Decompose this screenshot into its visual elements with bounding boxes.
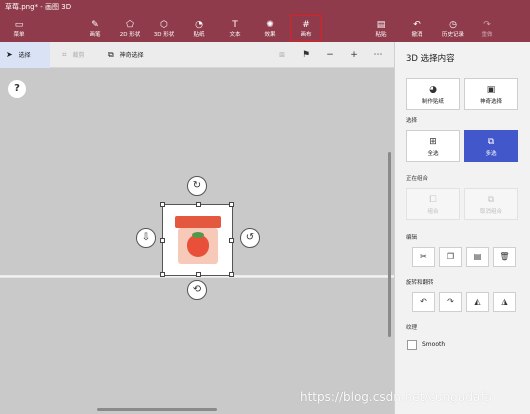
resize-handle[interactable]	[196, 202, 201, 207]
text-tab[interactable]: T 文本	[218, 14, 252, 42]
magic-select-icon: ▣	[486, 85, 496, 95]
window-title: 草莓.png* - 画图 3D	[0, 0, 530, 14]
zoom-in-icon[interactable]: +	[347, 47, 361, 63]
vertical-scrollbar[interactable]	[388, 152, 391, 337]
edit-section-label: 编辑	[406, 235, 418, 241]
2d-shapes-tab[interactable]: ⬠ 2D 形状	[113, 14, 147, 42]
flip-horizontal-icon: ◭	[474, 297, 481, 306]
rotate-y-handle[interactable]: ↺	[240, 228, 260, 248]
delete-button[interactable]: 🗑	[493, 247, 516, 267]
jar-lid	[175, 216, 221, 228]
paste-button[interactable]: ▤	[466, 247, 489, 267]
strawberry-leaf	[192, 232, 204, 238]
text-icon: T	[232, 20, 238, 30]
resize-handle[interactable]	[160, 202, 165, 207]
trash-icon: 🗑	[499, 252, 510, 261]
view-mode-icon[interactable]: ⧈	[275, 47, 289, 63]
history-icon: ◷	[449, 20, 457, 30]
resize-handle[interactable]	[196, 272, 201, 277]
copy-button[interactable]: ❐	[439, 247, 462, 267]
resize-handle[interactable]	[160, 272, 165, 277]
stickers-tab[interactable]: ◔ 贴纸	[182, 14, 216, 42]
panel-title: 3D 选择内容	[406, 54, 455, 64]
3d-shape-icon: ⬡	[160, 20, 168, 30]
brush-icon: ✎	[91, 20, 99, 30]
folder-icon: ▭	[14, 20, 24, 30]
undo-button[interactable]: ↶ 撤消	[400, 14, 434, 42]
select-section-label: 选择	[406, 118, 418, 124]
flip-vertical-icon: ◮	[501, 297, 508, 306]
group-section-label: 正在组合	[406, 176, 429, 182]
sticker-icon: ◔	[195, 20, 203, 30]
ungroup-icon: ⧉	[487, 195, 495, 205]
cursor-icon: ➤	[6, 50, 13, 59]
redo-icon: ↷	[483, 20, 491, 30]
select-all-button[interactable]: ⊞ 全选	[406, 130, 460, 162]
flip-horizontal-button[interactable]: ◭	[466, 292, 489, 312]
paste-button[interactable]: ▤ 粘贴	[364, 14, 398, 42]
strawberry-image	[187, 235, 209, 257]
magic-select-tool[interactable]: ⧉ 神奇选择	[108, 47, 144, 63]
resize-handle[interactable]	[160, 238, 165, 243]
help-button[interactable]: ?	[8, 80, 26, 98]
effects-tab[interactable]: ✺ 效果	[253, 14, 287, 42]
cut-icon: ✂	[420, 252, 427, 261]
menu-button[interactable]: ▭ 菜单	[2, 14, 36, 42]
rotate-section-label: 旋转和翻转	[406, 280, 434, 286]
resize-handle[interactable]	[229, 272, 234, 277]
magic-select-button[interactable]: ▣ 神奇选择	[464, 78, 518, 110]
rotate-z-handle[interactable]: ↻	[187, 176, 207, 196]
make-sticker-button[interactable]: ◕ 制作贴纸	[406, 78, 460, 110]
ribbon: ▭ 菜单 ✎ 画笔 ⬠ 2D 形状 ⬡ 3D 形状 ◔ 贴纸 T 文本 ✺ 效果…	[0, 14, 530, 42]
copy-icon: ❐	[446, 252, 455, 261]
canvas-area[interactable]: ? ↻ ⇩ ↺ ⟲	[0, 68, 394, 414]
effects-icon: ✺	[266, 20, 274, 30]
more-icon[interactable]: ⋯	[371, 47, 385, 63]
flip-vertical-button[interactable]: ◮	[493, 292, 516, 312]
watermark: https://blog.csdn.net/cungudafa	[300, 390, 492, 404]
brushes-tab[interactable]: ✎ 画笔	[78, 14, 112, 42]
canvas-toolbar: ➤ 选择 ⌗ 裁剪 ⧉ 神奇选择 ⧈ ⚑ − + ⋯	[0, 42, 394, 68]
magic-select-icon: ⧉	[108, 50, 114, 59]
texture-section-label: 纹理	[406, 325, 418, 331]
paste-icon: ▤	[473, 252, 482, 261]
redo-button[interactable]: ↷ 重做	[470, 14, 504, 42]
horizontal-scrollbar[interactable]	[97, 408, 217, 411]
selected-object[interactable]	[160, 202, 234, 277]
canvas-icon: #	[302, 20, 310, 30]
zoom-out-icon[interactable]: −	[323, 47, 337, 63]
2d-shape-icon: ⬠	[126, 20, 134, 30]
crop-icon: ⌗	[62, 50, 67, 59]
sticker-icon: ◕	[429, 85, 437, 95]
undo-icon: ↶	[413, 20, 421, 30]
ungroup-button[interactable]: ⧉ 取消组合	[464, 188, 518, 220]
rotate-right-icon: ↷	[447, 297, 454, 306]
rotate-left-button[interactable]: ↶	[412, 292, 435, 312]
crop-tool[interactable]: ⌗ 裁剪	[62, 47, 84, 63]
3d-shapes-tab[interactable]: ⬡ 3D 形状	[147, 14, 181, 42]
group-button[interactable]: ⧠ 组合	[406, 188, 460, 220]
selection-panel: 3D 选择内容 ◕ 制作贴纸 ▣ 神奇选择 选择 ⊞ 全选 ⧉ 多选 正在组合 …	[394, 42, 530, 414]
rotate-x-handle[interactable]: ⟲	[187, 280, 207, 300]
resize-handle[interactable]	[229, 202, 234, 207]
group-icon: ⧠	[429, 195, 437, 205]
paste-icon: ▤	[376, 20, 386, 30]
smooth-label: Smooth	[422, 341, 446, 348]
smooth-checkbox[interactable]	[407, 340, 417, 350]
rotate-left-icon: ↶	[420, 297, 427, 306]
select-all-icon: ⊞	[429, 137, 437, 147]
multi-select-button[interactable]: ⧉ 多选	[464, 130, 518, 162]
depth-handle[interactable]: ⇩	[136, 228, 156, 248]
multi-select-icon: ⧉	[487, 137, 495, 147]
rotate-right-button[interactable]: ↷	[439, 292, 462, 312]
select-tool[interactable]: ➤ 选择	[0, 42, 50, 68]
flag-icon[interactable]: ⚑	[299, 47, 313, 63]
resize-handle[interactable]	[229, 238, 234, 243]
cut-button[interactable]: ✂	[412, 247, 435, 267]
canvas-tab[interactable]: # 画布	[289, 14, 323, 42]
history-button[interactable]: ◷ 历史记录	[436, 14, 470, 42]
